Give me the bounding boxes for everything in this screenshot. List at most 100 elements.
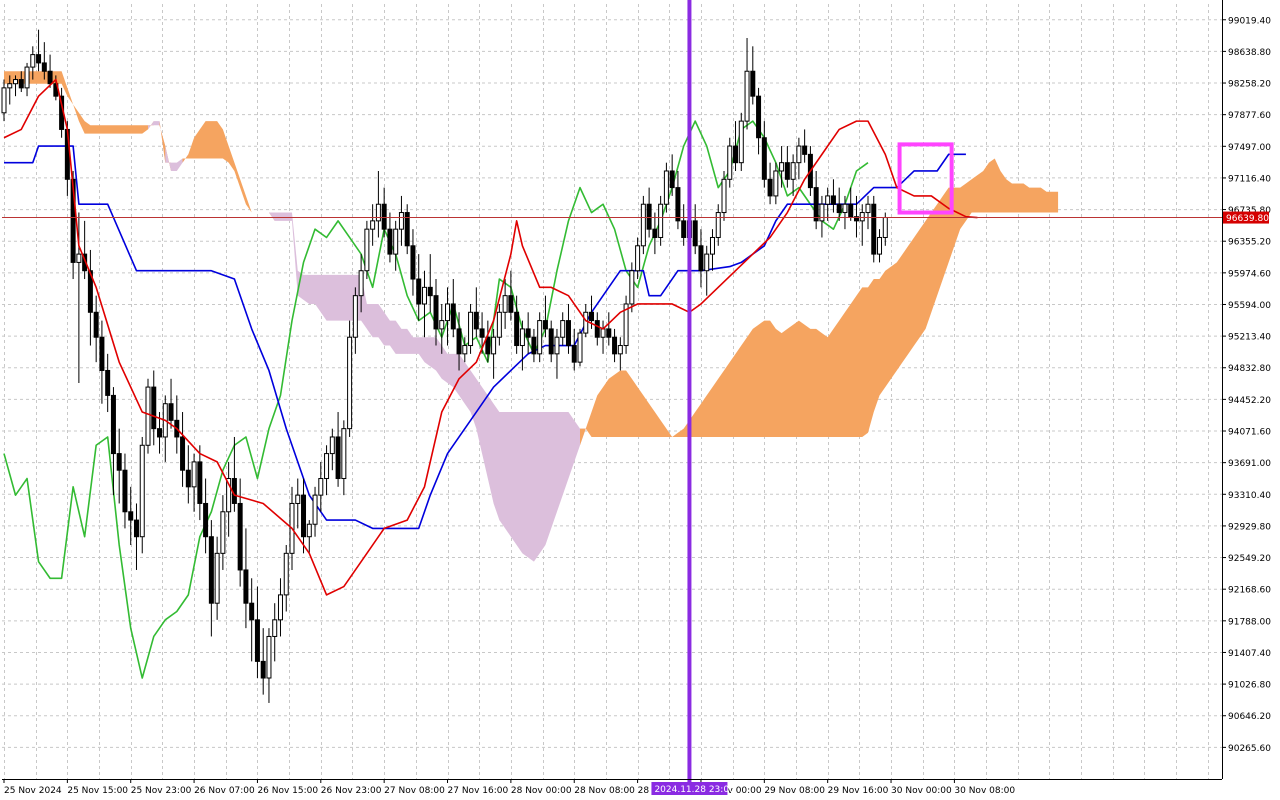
candle-bearish [813,187,819,222]
time-tick-label: 26 Nov 07:00 [194,786,255,796]
candle-bearish [254,619,260,662]
price-tick-label: 95974.60 [1228,269,1271,279]
candle-bullish [663,170,669,205]
price-tick-label: 98258.20 [1228,80,1271,90]
candle-bullish [658,203,664,238]
candle-bullish [272,619,278,637]
candle-bearish [387,228,393,255]
candle-bearish [692,220,698,247]
candle-bullish [773,170,779,197]
candle-bullish [214,552,220,604]
candle-bullish [496,311,502,338]
candle-bullish [462,345,468,355]
candle-bearish [157,428,163,438]
time-tick-label: 28 Nov 00:00 [511,786,572,796]
candle-bullish [1,87,7,114]
price-tick-label: 93310.40 [1228,491,1271,501]
price-tick-label: 94071.60 [1228,428,1271,438]
candle-bearish [871,203,877,255]
candle-bullish [519,328,525,347]
candle-bearish [548,328,554,355]
candle-bullish [24,66,30,89]
candle-bullish [312,494,318,525]
candle-bearish [36,54,42,64]
candle-bearish [203,502,209,538]
candle-bullish [560,320,566,338]
candle-bullish [364,228,370,272]
time-tick-label: 30 Nov 08:00 [954,786,1015,796]
ichimoku-chart[interactable]: 99019.40 98638.80 98258.20 97877.60 97497.00… [0,0,1280,800]
candle-bearish [105,369,111,396]
candle-bearish [450,303,456,330]
candle-bearish [531,336,537,355]
candle-bullish [882,217,888,238]
candle-bullish [145,386,151,446]
candle-bullish [491,336,497,355]
cursor-time-label: 2024.11.28 23:00 [654,785,735,795]
candle-bearish [750,70,756,97]
candle-bearish [848,203,854,218]
candle-bearish [249,602,255,621]
candle-bearish [381,203,387,230]
candle-bullish [30,54,36,68]
candle-bearish [756,95,762,139]
candle-bullish [617,345,623,355]
price-tick-label: 92168.60 [1228,586,1271,596]
price-tick-label: 99019.40 [1228,16,1271,26]
candle-bullish [727,145,733,180]
candle-bearish [612,336,618,355]
candle-bullish [439,320,445,330]
candle-bullish [629,270,635,305]
candle-bullish [283,552,289,596]
time-tick-label: 27 Nov 16:00 [448,786,509,796]
price-tick-label: 97877.60 [1228,111,1271,121]
candle-bullish [819,203,825,222]
time-tick-label: 27 Nov 08:00 [384,786,445,796]
candle-bearish [830,195,836,205]
time-axis: 25 Nov 2024 25 Nov 15:00 25 Nov 23:00 26 No… [3,779,1015,796]
candle-bullish [266,635,272,679]
candle-bullish [421,286,427,305]
candle-bearish [180,436,186,471]
candle-bearish [427,286,433,297]
candle-bullish [779,162,785,172]
candle-bearish [652,228,658,238]
candle-bullish [398,212,404,230]
candle-bullish [577,332,583,363]
candle-bullish [640,203,646,247]
candle-bullish [277,594,283,621]
price-tick-label: 90265.60 [1228,744,1271,754]
candle-bearish [681,220,687,238]
candle-bearish [168,403,174,421]
candle-bearish [542,320,548,330]
candle-bullish [790,162,796,180]
candle-bullish [635,245,641,272]
price-tick-label: 91026.80 [1228,681,1271,691]
candle-bearish [571,345,577,363]
candle-bullish [7,83,13,89]
candle-bullish [393,228,399,255]
candle-bearish [767,178,773,197]
candle-bullish [347,336,353,430]
candle-bearish [93,311,99,338]
candle-bearish [151,386,157,430]
candle-bullish [721,178,727,214]
candle-bullish [329,436,335,455]
candle-bearish [606,328,612,338]
candle-bearish [761,137,767,180]
price-tick-label: 91407.40 [1228,649,1271,659]
candle-bearish [433,295,439,330]
candle-bearish [675,187,681,222]
price-tick-label: 98638.80 [1228,48,1271,58]
time-tick-label: 26 Nov 23:00 [321,786,382,796]
candle-bearish [110,394,116,455]
candle-bullish [191,461,197,488]
candle-bearish [47,70,53,85]
candle-bearish [565,320,571,347]
candle-bearish [41,62,47,72]
candle-bearish [237,502,243,571]
price-axis: 99019.40 98638.80 98258.20 97877.60 97497.00… [1222,16,1271,754]
price-tick-label: 90646.20 [1228,712,1271,722]
candle-bullish [352,295,358,338]
candle-bullish [715,212,721,238]
